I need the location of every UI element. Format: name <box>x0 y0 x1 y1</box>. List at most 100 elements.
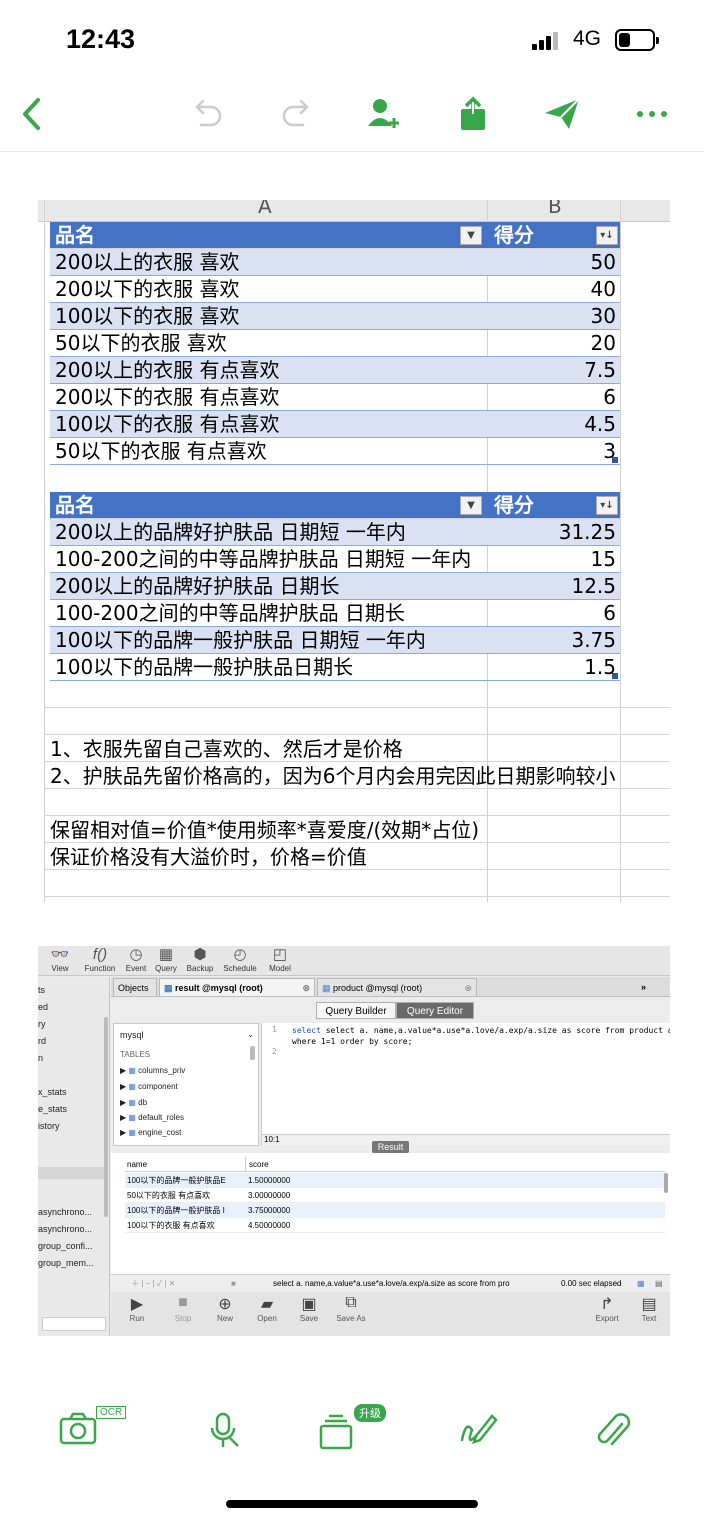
table-item[interactable]: ▶ ▦ columns_priv <box>120 1066 185 1075</box>
more-tabs-icon[interactable]: » <box>637 978 670 996</box>
add-user-icon[interactable] <box>362 92 406 136</box>
table-resize-handle[interactable] <box>612 673 618 679</box>
result-scrollbar[interactable] <box>664 1173 668 1193</box>
run-button[interactable]: Run <box>115 1314 159 1323</box>
table-resize-handle[interactable] <box>612 457 618 463</box>
sidebar-item[interactable]: group_mem... <box>38 1258 94 1268</box>
table-row[interactable]: 100以下的品牌一般护肤品 日期短 一年内 3.75 <box>50 627 620 654</box>
item-score: 40 <box>590 277 616 301</box>
sidebar-item[interactable]: n <box>38 1053 43 1063</box>
new-button[interactable]: New <box>203 1314 247 1323</box>
table-row[interactable]: 100-200之间的中等品牌护肤品 日期长 6 <box>50 600 620 627</box>
share-icon[interactable] <box>451 92 495 136</box>
send-icon[interactable] <box>540 92 584 136</box>
table-row[interactable]: 200以下的衣服 喜欢 40 <box>50 276 620 303</box>
table-row[interactable]: 50以下的衣服 喜欢 20 <box>50 330 620 357</box>
table-row[interactable]: 50以下的衣服 有点喜欢 3 <box>50 438 620 465</box>
sidebar-item[interactable]: group_confi... <box>38 1241 93 1251</box>
text-button[interactable]: Text <box>627 1314 670 1323</box>
text-icon[interactable]: ▤ <box>627 1294 670 1314</box>
table-row[interactable]: 200以上的品牌好护肤品 日期长 12.5 <box>50 573 620 600</box>
mic-icon[interactable] <box>202 1408 246 1452</box>
more-icon[interactable] <box>630 92 674 136</box>
run-icon[interactable]: ▶ <box>115 1294 159 1314</box>
result-row[interactable]: 100以下的衣服 有点喜欢 4.50000000 <box>125 1218 665 1233</box>
item-score: 20 <box>590 331 616 355</box>
stop-icon[interactable]: ■ <box>161 1294 205 1312</box>
new-icon[interactable]: ⊕ <box>203 1294 247 1314</box>
table-item[interactable]: ▶ ▦ db <box>120 1098 147 1107</box>
sql-editor[interactable]: 12 select select a. name,a.value*a.use*a… <box>261 1023 670 1146</box>
table-item[interactable]: ▶ ▦ engine_cost <box>120 1128 181 1137</box>
back-icon[interactable] <box>10 92 54 136</box>
sidebar-item[interactable]: asynchrono... <box>38 1207 92 1217</box>
table-row[interactable]: 100-200之间的中等品牌护肤品 日期短 一年内 15 <box>50 546 620 573</box>
filter-dropdown-icon[interactable]: ▼ <box>460 226 482 245</box>
sidebar-item[interactable]: rd <box>38 1036 46 1046</box>
table-item[interactable]: ▶ ▦ default_roles <box>120 1113 184 1122</box>
chevron-down-icon[interactable]: ⌄ <box>247 1030 254 1039</box>
filter-dropdown-icon[interactable]: ▼ <box>460 496 482 515</box>
layers-icon[interactable] <box>314 1410 358 1454</box>
sidebar-item[interactable]: e_stats <box>38 1104 67 1114</box>
sql-line1a: select a. <box>325 1026 370 1035</box>
stop-button[interactable]: Stop <box>161 1314 205 1323</box>
query-editor-button[interactable]: Query Editor <box>396 1002 474 1019</box>
backup-tool[interactable]: ⬢ Backup <box>178 946 222 976</box>
table-row[interactable]: 200以上的衣服 有点喜欢 7.5 <box>50 357 620 384</box>
sort-dropdown-icon[interactable]: ▾↓ <box>596 496 618 515</box>
grid-view-icon[interactable]: ▦ <box>637 1275 645 1293</box>
table-row[interactable]: 100以下的衣服 有点喜欢 4.5 <box>50 411 620 438</box>
navigator-scrollbar[interactable] <box>250 1046 255 1060</box>
sidebar-scrollbar[interactable] <box>104 1017 108 1217</box>
scribble-icon[interactable] <box>458 1408 502 1452</box>
note-line: 保留相对值=价值*使用频率*喜爱度/(效期*占位) <box>50 818 480 842</box>
result-row[interactable]: 100以下的品牌一般护肤品E 1.50000000 <box>125 1173 665 1188</box>
sidebar-item[interactable]: x_stats <box>38 1087 67 1097</box>
database-select[interactable]: mysql <box>120 1030 144 1040</box>
sidebar-item[interactable]: asynchrono... <box>38 1224 92 1234</box>
result-row[interactable]: 50以下的衣服 有点喜欢 3.00000000 <box>125 1188 665 1203</box>
form-view-icon[interactable]: ▤ <box>655 1275 663 1293</box>
table-row[interactable]: 100以下的品牌一般护肤品日期长 1.5 <box>50 654 620 681</box>
table-row[interactable]: 100以下的衣服 喜欢 30 <box>50 303 620 330</box>
home-indicator[interactable] <box>226 1500 478 1508</box>
item-score: 6 <box>603 601 616 625</box>
export-button[interactable]: Export <box>585 1314 629 1323</box>
model-tool[interactable]: ◰ Model <box>258 946 302 976</box>
grid-controls-icon[interactable]: ＋ | − | ✓ | ✕ <box>131 1275 175 1293</box>
view-icon: 👓 <box>50 946 70 963</box>
table-row[interactable]: 200以下的衣服 有点喜欢 6 <box>50 384 620 411</box>
attach-icon[interactable] <box>590 1408 634 1452</box>
sidebar-item[interactable]: ts <box>38 985 45 995</box>
table-row[interactable]: 200以上的衣服 喜欢 50 <box>50 249 620 276</box>
upgrade-badge[interactable]: 升级 <box>354 1404 386 1422</box>
query-builder-button[interactable]: Query Builder <box>316 1002 396 1019</box>
export-icon[interactable]: ↱ <box>585 1294 629 1314</box>
sidebar-item[interactable]: ry <box>38 1019 46 1029</box>
save-icon[interactable]: ▣ <box>287 1294 331 1314</box>
sidebar-item[interactable]: ed <box>38 1002 48 1012</box>
schedule-tool[interactable]: ◴ Schedule <box>218 946 262 976</box>
undo-icon[interactable] <box>186 92 230 136</box>
table-row[interactable]: 200以上的品牌好护肤品 日期短 一年内 31.25 <box>50 519 620 546</box>
camera-icon[interactable] <box>56 1406 100 1450</box>
close-icon[interactable]: ⊗ <box>464 979 472 996</box>
tab-objects[interactable]: Objects <box>113 978 157 996</box>
close-icon[interactable]: ⊗ <box>302 979 310 996</box>
sidebar-item[interactable]: istory <box>38 1121 60 1131</box>
save-as-button[interactable]: Save As <box>329 1314 373 1323</box>
tab-product[interactable]: ▦ product @mysql (root) ⊗ <box>317 978 477 996</box>
result-row[interactable]: 100以下的品牌一般护肤品 I 3.75000000 <box>125 1203 665 1218</box>
table-item[interactable]: ▶ ▦ component <box>120 1082 178 1091</box>
sort-dropdown-icon[interactable]: ▾↓ <box>596 226 618 245</box>
tab-result[interactable]: ▦ result @mysql (root) ⊗ <box>159 978 315 996</box>
open-icon[interactable]: ▰ <box>245 1294 289 1314</box>
save-button[interactable]: Save <box>287 1314 331 1323</box>
stop-square-icon[interactable]: ■ <box>231 1275 236 1293</box>
open-button[interactable]: Open <box>245 1314 289 1323</box>
view-tool[interactable]: 👓 View <box>38 946 82 976</box>
save-as-icon[interactable]: ⧉ <box>329 1294 373 1312</box>
item-name: 200以上的品牌好护肤品 日期长 <box>55 574 340 598</box>
redo-icon[interactable] <box>274 92 318 136</box>
